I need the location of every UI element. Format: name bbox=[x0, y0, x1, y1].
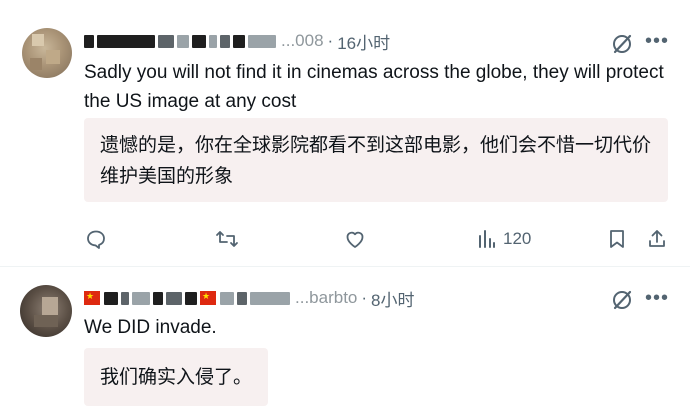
bookmark-button[interactable] bbox=[607, 228, 627, 250]
china-flag-icon: ★ bbox=[84, 291, 100, 305]
avatar[interactable] bbox=[20, 285, 72, 337]
repost-button[interactable] bbox=[215, 228, 239, 250]
repost-icon bbox=[215, 228, 239, 250]
post-divider bbox=[0, 266, 690, 267]
china-flag-icon: ★ bbox=[200, 291, 216, 305]
bookmark-icon bbox=[607, 228, 627, 250]
display-name-censored[interactable]: ★ ★ bbox=[84, 291, 293, 305]
share-icon bbox=[647, 228, 667, 250]
share-button[interactable] bbox=[647, 228, 667, 250]
action-bar: 120 bbox=[0, 228, 690, 254]
views-icon bbox=[477, 228, 497, 250]
views-button[interactable]: 120 bbox=[477, 228, 531, 250]
translation-text: 我们确实入侵了。 bbox=[100, 367, 253, 388]
reply-icon bbox=[85, 228, 107, 250]
post-header: ★ ★ ...barbto · 8小时 bbox=[84, 286, 415, 310]
grok-icon[interactable] bbox=[611, 289, 633, 311]
more-icon[interactable]: ••• bbox=[645, 288, 669, 308]
reply-button[interactable] bbox=[85, 228, 107, 250]
meta-separator: · bbox=[361, 288, 368, 307]
post[interactable]: ★ ★ ...barbto · 8小时 ••• We DID invade. 我… bbox=[0, 0, 690, 406]
like-button[interactable] bbox=[344, 228, 366, 250]
post-time[interactable]: 8小时 bbox=[371, 286, 414, 311]
like-icon bbox=[344, 228, 366, 250]
post-text: We DID invade. bbox=[84, 317, 217, 338]
user-handle[interactable]: ...barbto bbox=[295, 288, 357, 308]
views-count: 120 bbox=[503, 229, 532, 248]
translation-box: 我们确实入侵了。 bbox=[84, 348, 268, 406]
